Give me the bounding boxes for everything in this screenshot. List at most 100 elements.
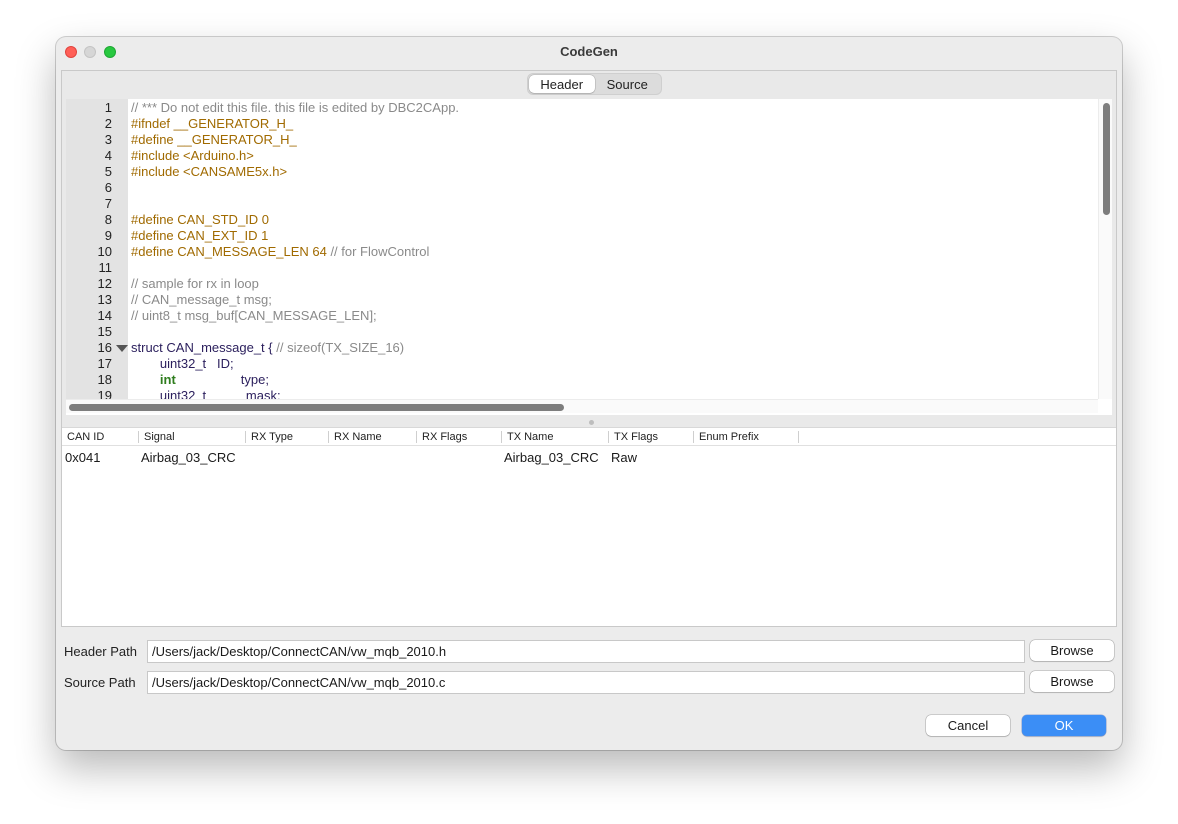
code-token: struct CAN_message_t {: [131, 340, 277, 355]
code-text: #define CAN_STD_ID 0: [131, 212, 269, 228]
code-token: // uint8_t msg_buf[CAN_MESSAGE_LEN];: [131, 308, 377, 323]
line-number: 18: [97, 372, 112, 387]
line-number: 16: [97, 340, 112, 355]
line-number: 15: [97, 324, 112, 339]
horizontal-scrollbar[interactable]: [66, 399, 1098, 413]
code-token: #include <CANSAME5x.h>: [131, 164, 288, 179]
line-number: 9: [104, 228, 112, 243]
code-line[interactable]: 1 // *** Do not edit this file. this file…: [66, 100, 1106, 116]
code-text: #define __GENERATOR_H_: [131, 132, 297, 148]
code-line[interactable]: 15: [66, 324, 1106, 340]
code-line[interactable]: 2 #ifndef __GENERATOR_H_: [66, 116, 1106, 132]
cell-tx-flags: Raw: [611, 450, 638, 465]
code-line[interactable]: 5 #include <CANSAME5x.h>: [66, 164, 1106, 180]
tab-pane: Header Source 1 // *** Do not edit this f…: [61, 70, 1117, 627]
cell-signal: Airbag_03_CRC: [141, 450, 236, 465]
header-path-label: Header Path: [64, 644, 137, 659]
column-header-tx-flags[interactable]: TX Flags: [609, 428, 694, 446]
tab-header[interactable]: Header: [529, 75, 595, 93]
code-line[interactable]: 6: [66, 180, 1106, 196]
signal-table: CAN ID Signal RX Type RX Name RX Flags T…: [62, 427, 1116, 626]
header-path-field[interactable]: /Users/jack/Desktop/ConnectCAN/vw_mqb_20…: [147, 640, 1025, 663]
line-number: 8: [104, 212, 112, 227]
window-title: CodeGen: [560, 44, 618, 59]
code-text: uint32_t ID;: [131, 356, 234, 372]
code-token: // *** Do not edit this file. this file …: [131, 100, 460, 115]
title-bar: CodeGen: [56, 37, 1122, 66]
horizontal-scroll-thumb[interactable]: [69, 404, 564, 411]
code-token: #define CAN_STD_ID 0: [131, 212, 270, 227]
code-line[interactable]: 7: [66, 196, 1106, 212]
line-number: 14: [97, 308, 112, 323]
column-header-rx-flags[interactable]: RX Flags: [417, 428, 502, 446]
line-number: 7: [104, 196, 112, 211]
code-token: // for FlowControl: [330, 244, 430, 259]
code-text: // sample for rx in loop: [131, 276, 259, 292]
column-header-enum-prefix[interactable]: Enum Prefix: [694, 428, 799, 446]
code-token: #include <Arduino.h>: [131, 148, 254, 163]
cell-tx-name: Airbag_03_CRC: [504, 450, 599, 465]
code-line[interactable]: 14 // uint8_t msg_buf[CAN_MESSAGE_LEN];: [66, 308, 1106, 324]
code-editor[interactable]: 1 // *** Do not edit this file. this file…: [66, 99, 1112, 415]
code-line[interactable]: 11: [66, 260, 1106, 276]
code-token: // sample for rx in loop: [131, 276, 259, 291]
code-token: #ifndef __GENERATOR_H_: [131, 116, 294, 131]
cell-can-id: 0x041: [65, 450, 101, 465]
split-view-handle[interactable]: [589, 420, 594, 425]
code-line[interactable]: 3 #define __GENERATOR_H_: [66, 132, 1106, 148]
code-token: // CAN_message_t msg;: [131, 292, 272, 307]
line-number: 5: [104, 164, 112, 179]
column-header-can-id[interactable]: CAN ID: [62, 428, 139, 446]
codegen-window: CodeGen Header Source 1 // *** Do not edi…: [56, 37, 1122, 750]
code-text: #define CAN_MESSAGE_LEN 64 // for FlowCo…: [131, 244, 429, 260]
code-text: #ifndef __GENERATOR_H_: [131, 116, 293, 132]
browse-source-button[interactable]: Browse: [1030, 671, 1114, 692]
code-token: #define CAN_EXT_ID 1: [131, 228, 269, 243]
browse-header-button[interactable]: Browse: [1030, 640, 1114, 661]
source-path-field[interactable]: /Users/jack/Desktop/ConnectCAN/vw_mqb_20…: [147, 671, 1025, 694]
line-number: 11: [98, 260, 113, 275]
code-line[interactable]: 12 // sample for rx in loop: [66, 276, 1106, 292]
code-token: type;: [175, 372, 269, 387]
code-text: struct CAN_message_t { // sizeof(TX_SIZE…: [131, 340, 404, 356]
column-header-signal[interactable]: Signal: [139, 428, 246, 446]
line-number: 1: [104, 100, 112, 115]
vertical-scroll-thumb[interactable]: [1103, 103, 1110, 215]
code-line[interactable]: 9 #define CAN_EXT_ID 1: [66, 228, 1106, 244]
source-path-label: Source Path: [64, 675, 136, 690]
code-token: // sizeof(TX_SIZE_16): [276, 340, 405, 355]
code-line[interactable]: 4 #include <Arduino.h>: [66, 148, 1106, 164]
code-line[interactable]: 18 int type;: [66, 372, 1106, 388]
code-line[interactable]: 10 #define CAN_MESSAGE_LEN 64 // for Flow…: [66, 244, 1106, 260]
code-text: // *** Do not edit this file. this file …: [131, 100, 459, 116]
line-number: 4: [104, 148, 112, 163]
code-token: #define __GENERATOR_H_: [131, 132, 297, 147]
code-token: uint32_t ID;: [131, 356, 234, 371]
column-header-tx-name[interactable]: TX Name: [502, 428, 609, 446]
code-text: // CAN_message_t msg;: [131, 292, 272, 308]
line-number: 3: [104, 132, 112, 147]
ok-button[interactable]: OK: [1022, 715, 1106, 736]
tab-segmented-control: Header Source: [527, 73, 662, 95]
column-header-rx-name[interactable]: RX Name: [329, 428, 417, 446]
vertical-scrollbar[interactable]: [1098, 99, 1112, 399]
table-row[interactable]: 0x041 Airbag_03_CRC Airbag_03_CRC Raw: [62, 448, 1116, 468]
code-text: int type;: [131, 372, 269, 388]
code-line[interactable]: 8 #define CAN_STD_ID 0: [66, 212, 1106, 228]
code-text: #include <Arduino.h>: [131, 148, 254, 164]
table-header: CAN ID Signal RX Type RX Name RX Flags T…: [62, 428, 1116, 446]
code-line[interactable]: 13 // CAN_message_t msg;: [66, 292, 1106, 308]
line-number: 12: [97, 276, 112, 291]
line-number: 13: [97, 292, 112, 307]
code-text: #include <CANSAME5x.h>: [131, 164, 287, 180]
column-header-rx-type[interactable]: RX Type: [246, 428, 329, 446]
code-line[interactable]: 16 struct CAN_message_t { // sizeof(TX_SI…: [66, 340, 1106, 356]
cancel-button[interactable]: Cancel: [926, 715, 1010, 736]
disclosure-triangle-icon[interactable]: [116, 345, 128, 352]
line-number: 10: [97, 244, 112, 259]
code-text: // uint8_t msg_buf[CAN_MESSAGE_LEN];: [131, 308, 377, 324]
line-number: 2: [104, 116, 112, 131]
code-line[interactable]: 17 uint32_t ID;: [66, 356, 1106, 372]
code-token: #define CAN_MESSAGE_LEN 64: [131, 244, 331, 259]
tab-source[interactable]: Source: [595, 75, 661, 93]
